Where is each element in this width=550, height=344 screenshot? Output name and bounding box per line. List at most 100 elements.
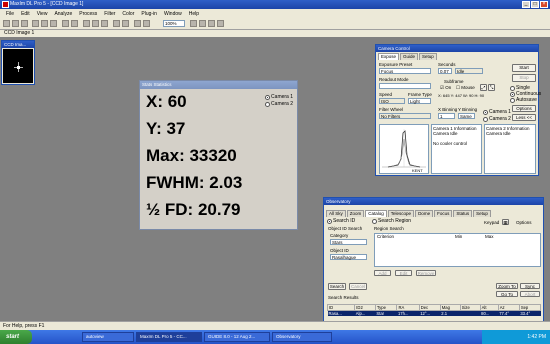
- tab-all-sky[interactable]: All Sky: [326, 210, 346, 217]
- stats-camera2-option[interactable]: Camera 2: [265, 101, 293, 107]
- menu-view[interactable]: View: [37, 11, 48, 17]
- radio-autosave[interactable]: [510, 97, 515, 103]
- camera-icon[interactable]: [190, 20, 197, 27]
- tab-zoom[interactable]: Zoom: [346, 210, 365, 217]
- readout-mode-select[interactable]: [379, 83, 431, 89]
- goto-button[interactable]: Go To: [496, 291, 518, 297]
- start-button[interactable]: Start: [512, 64, 536, 72]
- close-button[interactable]: ×: [540, 1, 548, 8]
- frame-type-select[interactable]: Light: [408, 98, 431, 104]
- radio-camera2[interactable]: [265, 101, 271, 107]
- ccd-image[interactable]: [3, 49, 33, 83]
- rotate-icon[interactable]: [92, 20, 99, 27]
- autosave-option[interactable]: Autosave: [510, 97, 537, 103]
- options-link[interactable]: Options: [516, 220, 532, 225]
- subframe-mid-button[interactable]: ⤡: [488, 84, 495, 91]
- start-button[interactable]: start: [0, 330, 32, 344]
- cut-icon[interactable]: [32, 20, 39, 27]
- clock[interactable]: 1:42 PM: [527, 334, 546, 340]
- camera-control-title[interactable]: Camera Control: [376, 45, 538, 52]
- search-id-option[interactable]: Search ID: [327, 218, 355, 224]
- zoom-select[interactable]: 100%: [163, 20, 185, 27]
- image-tab[interactable]: CCD Image 1: [4, 30, 34, 36]
- zoom-out-icon[interactable]: [143, 20, 150, 27]
- stats-camera1-option[interactable]: Camera 1: [265, 94, 293, 100]
- radio-search-region[interactable]: [372, 218, 377, 224]
- remove-button[interactable]: Remove: [416, 270, 436, 276]
- menu-help[interactable]: Help: [189, 11, 199, 17]
- filter-select[interactable]: No Filters: [379, 113, 431, 119]
- telescope-icon[interactable]: [199, 20, 206, 27]
- camera-control-window[interactable]: Camera Control Expose Guide Setup Exposu…: [375, 44, 541, 176]
- ccd-image-window[interactable]: CCD Ima...: [1, 40, 35, 85]
- tab-setup[interactable]: Setup: [419, 53, 437, 60]
- minimize-button[interactable]: _: [522, 1, 530, 8]
- sync-button[interactable]: Sync: [520, 283, 540, 289]
- menu-plugin[interactable]: Plug-in: [141, 11, 157, 17]
- crop-icon[interactable]: [83, 20, 90, 27]
- keypad-icon[interactable]: ▦: [502, 219, 509, 225]
- tab-status[interactable]: Status: [453, 210, 473, 217]
- add-button[interactable]: Add: [374, 270, 391, 276]
- levels-icon[interactable]: [113, 20, 120, 27]
- tab-guide[interactable]: Guide: [400, 53, 419, 60]
- y-binning-select[interactable]: Same: [458, 113, 475, 119]
- taskbar-item-maxim[interactable]: MaxIm DL Pro 5 - CC...: [136, 332, 202, 342]
- less-button[interactable]: Less <<: [512, 114, 536, 121]
- camera1-option[interactable]: Camera 1: [483, 109, 511, 115]
- zoom-to-button[interactable]: Zoom To: [496, 283, 518, 289]
- tab-focus[interactable]: Focus: [434, 210, 453, 217]
- search-results-table[interactable]: ID ID2 Type RA Dec Mag Size Alt Az Sep R…: [326, 304, 542, 316]
- edit-button[interactable]: Edit: [395, 270, 412, 276]
- tab-dome[interactable]: Dome: [415, 210, 434, 217]
- search-button[interactable]: Search: [328, 283, 346, 290]
- flip-icon[interactable]: [101, 20, 108, 27]
- cancel-button[interactable]: Cancel: [349, 283, 367, 290]
- menu-filter[interactable]: Filter: [104, 11, 115, 17]
- camera2-option[interactable]: Camera 2: [483, 116, 511, 122]
- menu-window[interactable]: Window: [164, 11, 182, 17]
- options-button[interactable]: Options: [512, 105, 536, 112]
- statistics-title[interactable]: Stats Statistics: [140, 81, 297, 89]
- histogram-icon[interactable]: [122, 20, 129, 27]
- redo-icon[interactable]: [71, 20, 78, 27]
- observatory-window[interactable]: Observatory All Sky Zoom Catalog Telesco…: [323, 197, 544, 330]
- menu-analyze[interactable]: Analyze: [54, 11, 72, 17]
- zoom-in-icon[interactable]: [134, 20, 141, 27]
- keypad-link[interactable]: Keypad: [484, 220, 499, 225]
- tab-expose[interactable]: Expose: [378, 53, 400, 60]
- menu-color[interactable]: Color: [122, 11, 134, 17]
- abort-button[interactable]: Abort: [520, 291, 540, 297]
- menu-process[interactable]: Process: [79, 11, 97, 17]
- tab-catalog[interactable]: Catalog: [365, 210, 387, 217]
- statistics-window[interactable]: Stats Statistics Camera 1 Camera 2 X: 60…: [139, 80, 298, 230]
- menu-file[interactable]: File: [6, 11, 14, 17]
- exposure-preset-select[interactable]: Focus: [379, 68, 431, 74]
- category-select[interactable]: Stars: [330, 239, 367, 245]
- x-binning-select[interactable]: 1: [438, 113, 455, 119]
- menu-edit[interactable]: Edit: [21, 11, 30, 17]
- radio-search-id[interactable]: [327, 218, 332, 224]
- open-icon[interactable]: [12, 20, 19, 27]
- region-criteria-table[interactable]: Criterion Min Max: [374, 233, 541, 267]
- maximize-button[interactable]: □: [531, 1, 539, 8]
- taskbar-item-autoview[interactable]: autoview: [82, 332, 134, 342]
- observatory-title[interactable]: Observatory: [324, 198, 543, 205]
- tab-telescope[interactable]: Telescope: [387, 210, 415, 217]
- object-id-select[interactable]: Rasalhague: [330, 254, 367, 260]
- cc-radio-camera1[interactable]: [483, 109, 488, 115]
- radio-single[interactable]: [510, 85, 515, 91]
- undo-icon[interactable]: [62, 20, 69, 27]
- speed-select[interactable]: ISO: [379, 98, 405, 104]
- search-region-option[interactable]: Search Region: [372, 218, 411, 224]
- subframe-on-checkbox[interactable]: ☑ On: [440, 85, 451, 91]
- seconds-input[interactable]: 0.07: [438, 68, 452, 74]
- save-icon[interactable]: [21, 20, 28, 27]
- subframe-mouse-checkbox[interactable]: ☐ Mouse: [456, 85, 475, 91]
- radio-camera1[interactable]: [265, 94, 271, 100]
- paste-icon[interactable]: [50, 20, 57, 27]
- tab-setup[interactable]: Setup: [473, 210, 491, 217]
- ccd-window-title[interactable]: CCD Ima...: [2, 41, 34, 48]
- copy-icon[interactable]: [41, 20, 48, 27]
- radio-continuous[interactable]: [510, 91, 515, 97]
